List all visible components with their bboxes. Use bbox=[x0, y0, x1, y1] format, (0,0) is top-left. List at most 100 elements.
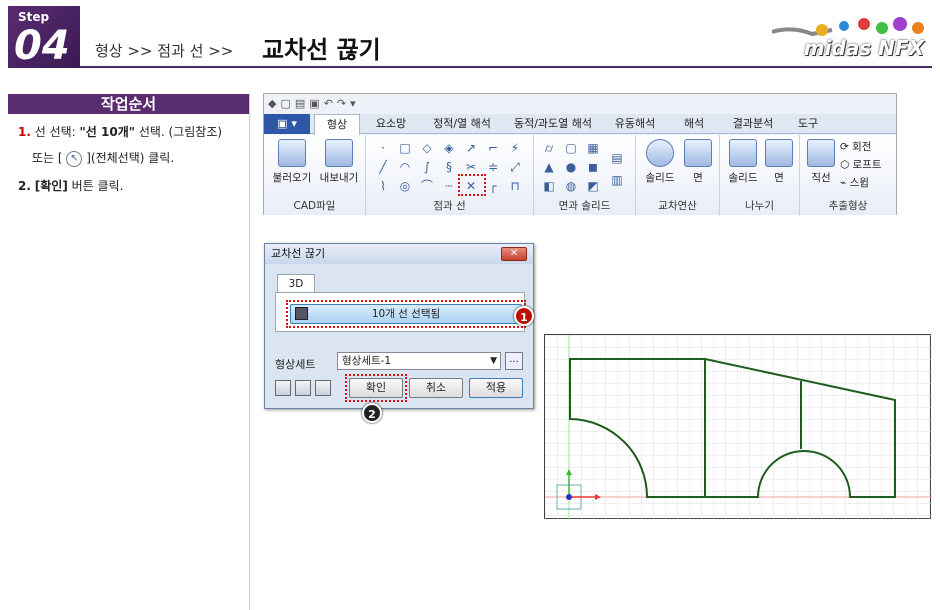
shape-icon[interactable]: ◇ bbox=[420, 141, 434, 155]
file-menu-button[interactable]: ▣ ▾ bbox=[264, 114, 310, 134]
redo-icon[interactable]: ↷ bbox=[337, 97, 350, 110]
rectangle-icon[interactable]: □ bbox=[398, 141, 412, 155]
loft-label: 로프트 bbox=[852, 159, 882, 171]
extrude-line-button[interactable]: 직선 bbox=[804, 139, 838, 185]
spline-icon[interactable]: ∫ bbox=[420, 160, 434, 174]
divide-face-button[interactable]: 면 bbox=[762, 139, 796, 185]
procedure-panel: 작업순서 1. 선 선택: "선 10개" 선택. (그림참조) 또는 [ ↖ … bbox=[8, 94, 250, 610]
trim-icon[interactable]: ⚡ bbox=[508, 141, 522, 155]
dropdown-icon[interactable]: ▾ bbox=[350, 97, 360, 110]
tab-tools[interactable]: 도구 bbox=[788, 114, 828, 134]
curve-icon[interactable]: § bbox=[442, 160, 456, 174]
patch-icon[interactable]: ▥ bbox=[610, 173, 624, 187]
group-divide-label: 나누기 bbox=[745, 200, 774, 212]
procedure-step-1-alt: 또는 [ ↖ ](전체선택) 클릭. bbox=[32, 150, 174, 167]
divide-face-label: 면 bbox=[774, 172, 784, 184]
torus-icon[interactable]: ◍ bbox=[564, 179, 578, 193]
sphere-icon[interactable]: ● bbox=[564, 160, 578, 174]
offset-icon[interactable]: ≑ bbox=[486, 160, 500, 174]
procedure-heading: 작업순서 bbox=[8, 94, 249, 114]
settings-icon[interactable] bbox=[315, 380, 331, 396]
boolean-solid-label: 솔리드 bbox=[645, 172, 675, 184]
merge-icon[interactable]: ⤢ bbox=[508, 160, 522, 174]
app-icon[interactable]: ◆ bbox=[268, 97, 280, 110]
dialog-title: 교차선 끊기 bbox=[265, 244, 533, 264]
revolve-label: 회전 bbox=[852, 141, 872, 153]
eraser-icon[interactable] bbox=[295, 380, 311, 396]
ok-highlight bbox=[345, 374, 407, 402]
apply-button[interactable]: 적용 bbox=[469, 378, 523, 398]
extrude-line-label: 직선 bbox=[811, 172, 831, 184]
tab-dynamic-transient[interactable]: 동적/과도열 해석 bbox=[506, 114, 600, 134]
arc-icon[interactable]: ◠ bbox=[398, 160, 412, 174]
point-icon[interactable]: · bbox=[376, 141, 390, 155]
cylinder-icon[interactable]: ⌭ bbox=[542, 141, 556, 155]
revolve-button[interactable]: ⟳ 회전 bbox=[840, 139, 894, 154]
group-cad-label: CAD파일 bbox=[293, 200, 336, 212]
new-icon[interactable]: ▢ bbox=[280, 97, 294, 110]
line-icon[interactable]: ╱ bbox=[376, 160, 390, 174]
tab-analysis[interactable]: 해석 bbox=[670, 114, 718, 134]
save-icon[interactable]: ▣ bbox=[309, 97, 323, 110]
shape-set-select[interactable]: 형상세트-1 ▼ bbox=[337, 352, 501, 370]
cancel-button[interactable]: 취소 bbox=[409, 378, 463, 398]
sweep-label: 스윕 bbox=[849, 177, 869, 189]
corner-icon[interactable]: ┌ bbox=[486, 179, 500, 193]
tab-results[interactable]: 결과분석 bbox=[722, 114, 784, 134]
wedge-icon[interactable]: ◩ bbox=[586, 179, 600, 193]
step-1-text-b: 선택. (그림참조) bbox=[135, 125, 223, 139]
polyline-icon[interactable]: ⌇ bbox=[376, 179, 390, 193]
export-cad-button[interactable]: 내보내기 bbox=[316, 139, 362, 185]
procedure-step-1: 1. 선 선택: "선 10개" 선택. (그림참조) bbox=[18, 124, 222, 140]
tab-3d[interactable]: 3D bbox=[277, 274, 315, 292]
loft-button[interactable]: ⬡ 로프트 bbox=[840, 157, 894, 172]
solid-box-icon[interactable]: ◼ bbox=[586, 160, 600, 174]
close-button[interactable]: ✕ bbox=[501, 247, 527, 261]
group-boolean-label: 교차연산 bbox=[658, 200, 697, 212]
cone-icon[interactable]: ▲ bbox=[542, 160, 556, 174]
step-number: 04 bbox=[14, 23, 70, 69]
surface-icon[interactable]: ▤ bbox=[610, 151, 624, 165]
tab-shape[interactable]: 형상 bbox=[314, 114, 360, 135]
box-icon[interactable]: ▢ bbox=[564, 141, 578, 155]
tab-static-thermal[interactable]: 정적/열 해석 bbox=[422, 114, 502, 134]
divide-line-icon[interactable]: ✂ bbox=[464, 160, 478, 174]
cad-import-icon bbox=[278, 139, 306, 167]
boolean-face-button[interactable]: 면 bbox=[680, 139, 716, 185]
step-1-bold: "선 10개" bbox=[79, 125, 136, 139]
divide-solid-button[interactable]: 솔리드 bbox=[724, 139, 762, 185]
display-icon[interactable] bbox=[275, 380, 291, 396]
extend-icon[interactable]: ↗ bbox=[464, 141, 478, 155]
sweep-button[interactable]: ⌁ 스윕 bbox=[840, 175, 894, 190]
step-label: Step bbox=[18, 10, 50, 24]
divide-face-icon bbox=[765, 139, 793, 167]
face-icon bbox=[684, 139, 712, 167]
export-label: 내보내기 bbox=[319, 172, 359, 184]
open-icon[interactable]: ▤ bbox=[295, 97, 309, 110]
step-1-alt-b: ](전체선택) 클릭. bbox=[86, 151, 175, 165]
quick-access-toolbar: ◆▢▤▣↶↷▾ bbox=[264, 94, 896, 114]
circle-icon[interactable]: ◎ bbox=[398, 179, 412, 193]
model-viewport[interactable] bbox=[544, 334, 932, 520]
tab-mesh[interactable]: 요소망 bbox=[364, 114, 418, 134]
group-divide: 솔리드 면 나누기 bbox=[720, 135, 800, 215]
boolean-solid-button[interactable]: 솔리드 bbox=[640, 139, 680, 185]
project-icon[interactable]: ⊓ bbox=[508, 179, 522, 193]
ellipse-icon[interactable]: ⌒ bbox=[420, 179, 434, 193]
ribbon-highlight bbox=[458, 174, 486, 196]
cube-icon[interactable]: ◧ bbox=[542, 179, 556, 193]
shape-set-more-button[interactable]: ... bbox=[505, 352, 523, 370]
group-surface-solid: ⌭ ▢ ▦ ▲ ● ◼ ▤ ◧ ◍ ◩ ▥ 면과 솔리드 bbox=[534, 135, 636, 215]
shape-set-label: 형상세트 bbox=[275, 358, 316, 371]
grid-icon[interactable]: ▦ bbox=[586, 141, 600, 155]
shape-set-value: 형상세트-1 bbox=[342, 355, 392, 367]
ribbon-tabs: ▣ ▾ 형상 요소망 정적/열 해석 동적/과도열 해석 유동해석 해석 결과분… bbox=[264, 114, 896, 135]
selection-highlight bbox=[286, 300, 526, 328]
callout-2: 2 bbox=[362, 403, 382, 423]
import-cad-button[interactable]: 불러오기 bbox=[270, 139, 314, 185]
polygon-icon[interactable]: ◈ bbox=[442, 141, 456, 155]
fillet-icon[interactable]: ⌐ bbox=[486, 141, 500, 155]
undo-icon[interactable]: ↶ bbox=[324, 97, 337, 110]
tab-flow[interactable]: 유동해석 bbox=[604, 114, 666, 134]
dashed-line-icon[interactable]: ┄ bbox=[442, 179, 456, 193]
